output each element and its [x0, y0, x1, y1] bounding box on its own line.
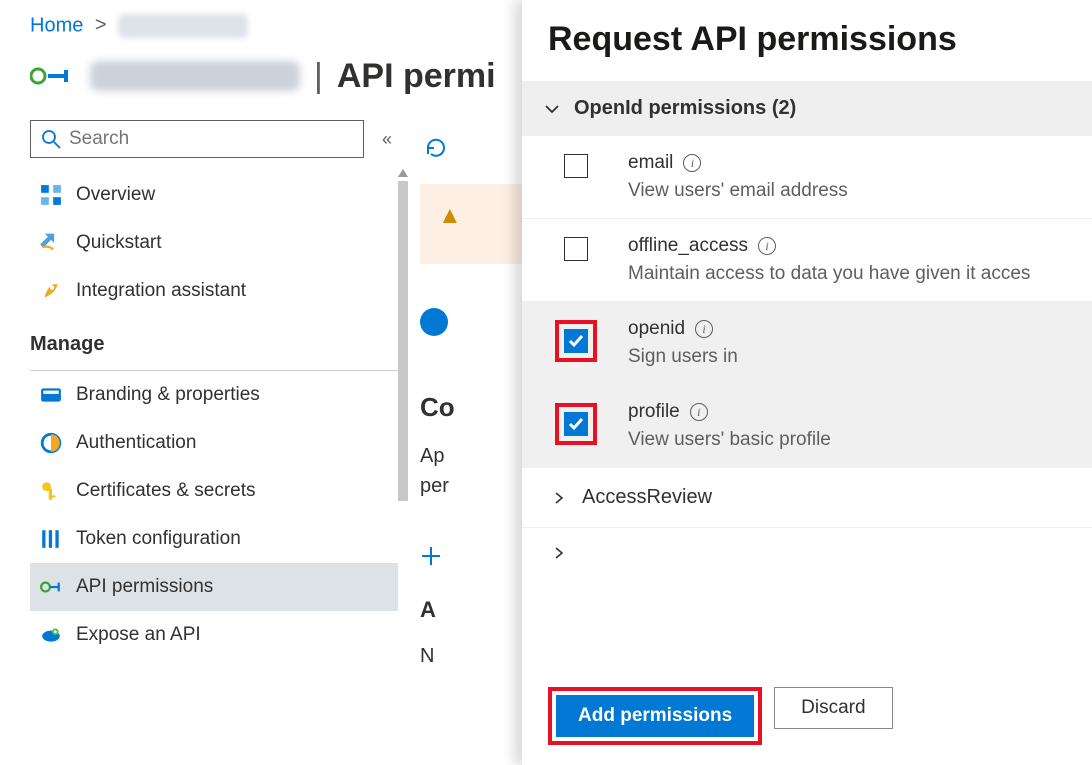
- overview-icon: [40, 184, 62, 206]
- info-icon: [420, 308, 448, 336]
- permission-description: Maintain access to data you have given i…: [628, 263, 1030, 285]
- info-icon[interactable]: i: [683, 154, 701, 172]
- api-permissions-icon: [40, 576, 62, 598]
- sidebar-item-label: Integration assistant: [76, 280, 246, 302]
- chevron-right-icon: [552, 546, 566, 560]
- group-title: OpenId permissions (2): [574, 97, 796, 120]
- permission-checkbox[interactable]: [564, 154, 588, 178]
- breadcrumb-home[interactable]: Home: [30, 14, 83, 36]
- permission-name: offline_access: [628, 235, 748, 257]
- info-icon[interactable]: i: [695, 320, 713, 338]
- sidebar-item-label: Quickstart: [76, 232, 162, 254]
- sidebar-item-branding[interactable]: Branding & properties: [30, 371, 400, 419]
- scrollbar-thumb[interactable]: [398, 181, 408, 501]
- sidebar-item-expose-api[interactable]: Expose an API: [30, 611, 400, 659]
- sidebar-item-quickstart[interactable]: Quickstart: [30, 219, 400, 267]
- sidebar-item-token-config[interactable]: Token configuration: [30, 515, 400, 563]
- permissions-group-header[interactable]: OpenId permissions (2): [522, 81, 1092, 136]
- info-icon[interactable]: i: [758, 237, 776, 255]
- permission-row-openid[interactable]: openid i Sign users in: [522, 302, 1092, 385]
- app-registration-icon: [30, 54, 74, 98]
- permission-row-email[interactable]: email i View users' email address: [522, 136, 1092, 219]
- sidebar-item-label: Token configuration: [76, 528, 241, 550]
- sidebar-item-integration-assistant[interactable]: Integration assistant: [30, 267, 400, 315]
- search-input-wrapper[interactable]: [30, 120, 364, 158]
- sidebar-item-label: Overview: [76, 184, 155, 206]
- permission-row-profile[interactable]: profile i View users' basic profile: [522, 385, 1092, 468]
- sidebar-scrollbar[interactable]: [398, 169, 408, 729]
- permission-name: email: [628, 152, 673, 174]
- highlight-annotation: [555, 320, 597, 362]
- sidebar-item-label: Authentication: [76, 432, 196, 454]
- sidebar-item-certificates[interactable]: Certificates & secrets: [30, 467, 400, 515]
- permission-description: View users' email address: [628, 180, 848, 202]
- expose-api-icon: [40, 624, 62, 646]
- sidebar-item-authentication[interactable]: Authentication: [30, 419, 400, 467]
- sidebar: « Overview Quickstart Integration assist…: [30, 120, 400, 740]
- permissions-group-next[interactable]: [522, 528, 1092, 578]
- search-input[interactable]: [69, 128, 353, 150]
- chevron-down-icon: [544, 101, 560, 117]
- branding-icon: [40, 384, 62, 406]
- permission-name: openid: [628, 318, 685, 340]
- breadcrumb-app-redacted: [118, 14, 248, 38]
- permission-description: Sign users in: [628, 346, 738, 368]
- sidebar-item-label: Expose an API: [76, 624, 201, 646]
- check-icon: [567, 332, 585, 350]
- page-title-text: API permi: [337, 57, 496, 96]
- panel-footer: Add permissions Discard: [522, 667, 1092, 765]
- app-name-redacted: [90, 61, 300, 91]
- highlight-annotation: [555, 403, 597, 445]
- permission-checkbox[interactable]: [564, 329, 588, 353]
- chevron-right-icon: [552, 491, 566, 505]
- discard-button[interactable]: Discard: [774, 687, 892, 729]
- refresh-icon: [424, 136, 448, 160]
- check-icon: [567, 415, 585, 433]
- sidebar-section-manage: Manage: [30, 315, 400, 366]
- info-icon[interactable]: i: [690, 403, 708, 421]
- permission-checkbox[interactable]: [564, 412, 588, 436]
- sidebar-item-overview[interactable]: Overview: [30, 171, 400, 219]
- sidebar-item-label: API permissions: [76, 576, 213, 598]
- add-permissions-button[interactable]: Add permissions: [556, 695, 754, 737]
- permission-description: View users' basic profile: [628, 429, 831, 451]
- sidebar-item-label: Certificates & secrets: [76, 480, 256, 502]
- quickstart-icon: [40, 232, 62, 254]
- group-name: AccessReview: [582, 486, 712, 509]
- authentication-icon: [40, 432, 62, 454]
- request-api-permissions-panel: Request API permissions OpenId permissio…: [522, 0, 1092, 765]
- panel-title: Request API permissions: [522, 0, 1092, 81]
- sidebar-item-api-permissions[interactable]: API permissions: [30, 563, 400, 611]
- token-icon: [40, 528, 62, 550]
- breadcrumb-separator-icon: >: [89, 14, 113, 36]
- search-icon: [41, 129, 61, 149]
- scrollbar-up-icon[interactable]: [398, 169, 408, 177]
- collapse-sidebar-icon[interactable]: «: [374, 125, 400, 154]
- title-separator: |: [314, 57, 323, 96]
- permissions-group-accessreview[interactable]: AccessReview: [522, 468, 1092, 528]
- permission-name: profile: [628, 401, 680, 423]
- permission-row-offline-access[interactable]: offline_access i Maintain access to data…: [522, 219, 1092, 302]
- plus-icon: [420, 545, 442, 567]
- sidebar-item-label: Branding & properties: [76, 384, 260, 406]
- rocket-icon: [40, 280, 62, 302]
- permission-checkbox[interactable]: [564, 237, 588, 261]
- key-icon: [40, 480, 62, 502]
- highlight-annotation: Add permissions: [548, 687, 762, 745]
